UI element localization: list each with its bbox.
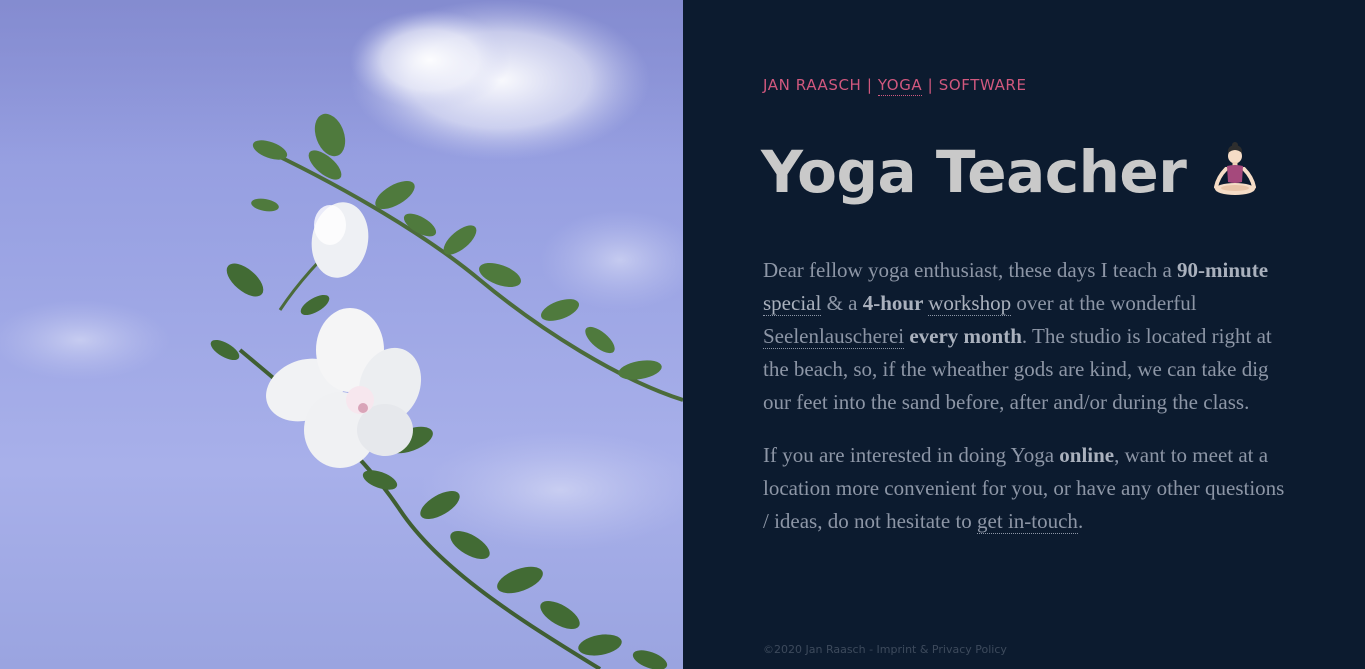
workshop-link[interactable]: workshop <box>928 291 1012 316</box>
woman-in-lotus-position-icon <box>1204 141 1266 203</box>
copyright-text: ©2020 Jan Raasch - <box>763 643 877 656</box>
text-segment: over at the wonderful <box>1011 291 1197 315</box>
text-segment: . <box>1077 509 1084 533</box>
text-segment: If you are interested in doing Yoga <box>763 443 1060 467</box>
flower-photo-illustration <box>0 0 683 669</box>
hero-photo <box>0 0 683 669</box>
nav-software-link[interactable]: SOFTWARE <box>939 76 1027 94</box>
intro-text: Dear fellow yoga enthusiast, these days … <box>763 254 1293 558</box>
footer: ©2020 Jan Raasch - Imprint & Privacy Pol… <box>763 643 1007 656</box>
page: JAN RAASCH | YOGA | SOFTWARE Yoga Teache… <box>0 0 1365 669</box>
site-nav: JAN RAASCH | YOGA | SOFTWARE <box>763 76 1027 96</box>
bold-text: online <box>1059 443 1115 467</box>
bold-text: every month <box>904 324 1022 348</box>
nav-separator: | <box>927 76 934 94</box>
text-segment: Dear fellow yoga enthusiast, these days … <box>763 258 1178 282</box>
special-link[interactable]: special <box>763 291 822 316</box>
nav-yoga-link[interactable]: YOGA <box>877 76 923 96</box>
imprint-privacy-link[interactable]: Imprint & Privacy Policy <box>877 643 1007 656</box>
text-segment: & a <box>821 291 863 315</box>
page-title-text: Yoga Teacher <box>761 138 1187 206</box>
nav-home-link[interactable]: JAN RAASCH <box>763 76 861 94</box>
content-panel: JAN RAASCH | YOGA | SOFTWARE Yoga Teache… <box>683 0 1365 669</box>
get-in-touch-link[interactable]: get in-touch <box>977 509 1078 534</box>
bold-text: 90-minute <box>1177 258 1269 282</box>
bold-text: 4-hour <box>862 291 929 315</box>
contact-paragraph: If you are interested in doing Yoga onli… <box>763 439 1293 538</box>
seelenlauscherei-link[interactable]: Seelenlauscherei <box>763 324 905 349</box>
nav-separator: | <box>866 76 873 94</box>
intro-paragraph: Dear fellow yoga enthusiast, these days … <box>763 254 1293 419</box>
page-title: Yoga Teacher <box>761 138 1266 206</box>
